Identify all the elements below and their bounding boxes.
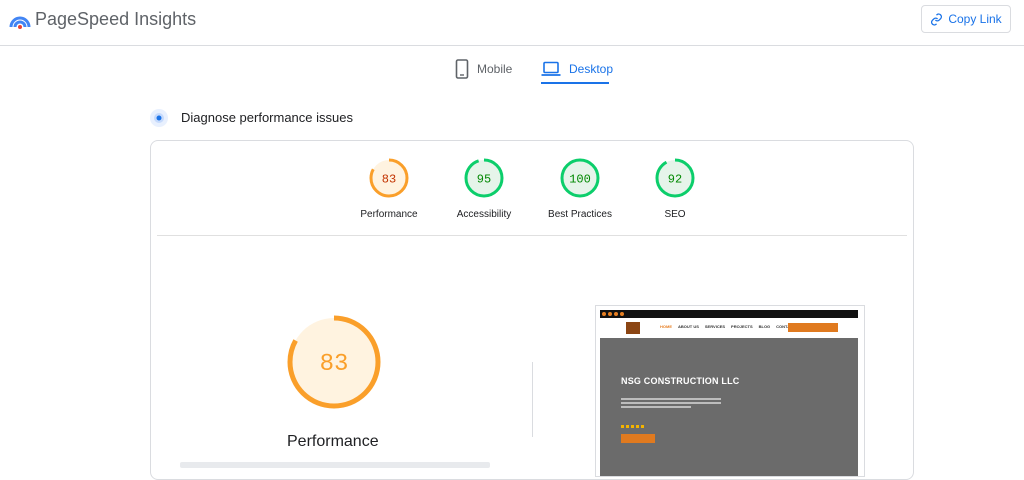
app-title: PageSpeed Insights	[35, 9, 197, 29]
tab-mobile[interactable]: Mobile	[455, 55, 512, 83]
copy-link-button[interactable]: Copy Link	[921, 5, 1011, 33]
score-value: 92	[668, 173, 682, 187]
score-value: 100	[569, 173, 591, 187]
top-bar: PageSpeed Insights Copy Link	[0, 0, 1024, 46]
score-gauge-performance[interactable]: 83 Performance	[344, 157, 434, 220]
performance-label: Performance	[287, 433, 379, 450]
site-rating-stars	[621, 425, 644, 428]
score-label: Accessibility	[456, 209, 512, 220]
score-gauge-accessibility[interactable]: 95 Accessibility	[439, 157, 529, 220]
score-gauge-best-practices[interactable]: 100 Best Practices	[535, 157, 625, 220]
performance-description-text	[180, 462, 490, 468]
screenshot-navbar: HOME ABOUT US SERVICES PROJECTS BLOG CON…	[600, 318, 858, 338]
pagespeed-logo-icon[interactable]	[8, 9, 32, 33]
gauge-ring: 95	[464, 158, 504, 198]
site-menu: HOME ABOUT US SERVICES PROJECTS BLOG CON…	[660, 324, 802, 329]
gauge-ring: 100	[560, 158, 600, 198]
screenshot-topbar	[600, 310, 858, 318]
site-menu-item: BLOG	[758, 324, 771, 329]
score-label: Performance	[360, 209, 418, 220]
vertical-divider	[532, 362, 533, 437]
site-logo	[626, 322, 640, 334]
gauge-ring: 92	[655, 158, 695, 198]
tab-desktop-label: Desktop	[569, 62, 614, 76]
score-value: 95	[477, 173, 491, 187]
section-divider	[157, 235, 907, 236]
score-value: 83	[382, 173, 396, 187]
gauge-ring: 83	[369, 158, 409, 198]
copy-link-label: Copy Link	[948, 12, 1002, 26]
tab-mobile-label: Mobile	[477, 62, 513, 76]
social-icons	[602, 312, 624, 316]
score-gauge-seo[interactable]: 92 SEO	[630, 157, 720, 220]
tab-desktop[interactable]: Desktop	[541, 55, 613, 83]
active-tab-indicator	[541, 82, 609, 84]
site-hero-title: NSG CONSTRUCTION LLC	[621, 376, 740, 386]
diagnose-title: Diagnose performance issues	[181, 110, 353, 125]
smartphone-icon	[455, 59, 469, 79]
score-label: Best Practices	[548, 209, 612, 220]
site-menu-item: HOME	[660, 324, 672, 329]
site-phone-button	[788, 323, 838, 332]
site-menu-item: PROJECTS	[731, 324, 753, 329]
link-icon	[931, 12, 943, 26]
performance-gauge: 83	[287, 315, 381, 409]
site-hero-button	[621, 434, 655, 443]
page-screenshot: HOME ABOUT US SERVICES PROJECTS BLOG CON…	[595, 305, 865, 477]
site-menu-item: ABOUT US	[678, 324, 699, 329]
site-menu-item: SERVICES	[704, 324, 726, 329]
site-hero-text	[621, 398, 721, 410]
score-label: SEO	[664, 209, 686, 220]
site-hero: NSG CONSTRUCTION LLC	[600, 338, 858, 476]
diagnose-icon	[150, 109, 168, 127]
laptop-icon	[541, 61, 561, 76]
performance-score-value: 83	[320, 351, 349, 378]
